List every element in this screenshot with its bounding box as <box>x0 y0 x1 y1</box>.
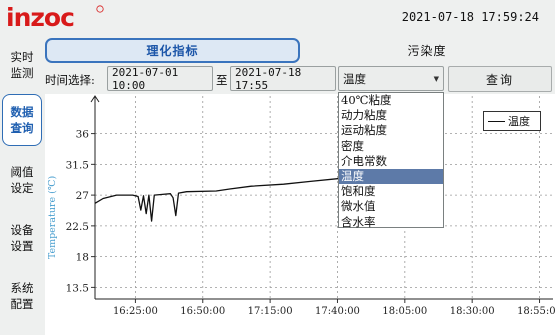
temperature-chart: 13.5 18 22.5 27 31.5 36 16:25:00 16:50:00 17:15:… <box>47 95 555 317</box>
chevron-down-icon: ▼ <box>433 75 439 83</box>
dropdown-option[interactable]: 饱和度 <box>339 184 443 199</box>
y-tick-label: 36 <box>76 129 90 141</box>
tab-contamination[interactable]: 污染度 <box>302 38 552 63</box>
chart-area: 13.5 18 22.5 27 31.5 36 16:25:00 16:50:00 17:15:… <box>45 94 555 335</box>
x-tick-label: 17:15:00 <box>248 306 293 317</box>
dropdown-option[interactable]: 动力粘度 <box>339 108 443 123</box>
y-axis-label: Temperature (℃) <box>47 176 58 259</box>
clock-datetime: 2021-07-18 17:59:24 <box>401 10 539 24</box>
tab-physicochemical[interactable]: 理化指标 <box>45 38 300 63</box>
query-button[interactable]: 查询 <box>448 66 552 92</box>
sidebar: 实时 监测 数据 查询 阈值 设定 设备 设置 系统 配置 <box>0 35 44 335</box>
y-tick-label: 31.5 <box>66 159 89 171</box>
dropdown-option[interactable]: 介电常数 <box>339 154 443 169</box>
x-tick-label: 18:30:00 <box>450 306 495 317</box>
y-tick-label: 22.5 <box>66 221 89 233</box>
y-tick-label: 27 <box>76 190 89 202</box>
sidebar-item-threshold[interactable]: 阈值 设定 <box>2 164 42 196</box>
dropdown-option[interactable]: 40℃粘度 <box>339 93 443 108</box>
end-time-field[interactable]: 2021-07-18 17:55 <box>230 66 336 92</box>
series-line <box>94 175 376 222</box>
x-tick-label: 18:55:00 <box>517 306 555 317</box>
x-tick-label: 17:40:00 <box>315 306 360 317</box>
dropdown-option[interactable]: 含水率 <box>339 215 443 230</box>
range-separator: 至 <box>216 73 228 87</box>
legend-swatch <box>488 120 505 122</box>
chart-legend: 温度 <box>483 111 541 131</box>
sidebar-item-device-settings[interactable]: 设备 设置 <box>2 222 42 254</box>
legend-label: 温度 <box>508 115 530 128</box>
x-tick-label: 16:25:00 <box>113 306 158 317</box>
time-select-label: 时间选择: <box>45 73 95 87</box>
sidebar-item-system-config[interactable]: 系统 配置 <box>2 280 42 312</box>
dropdown-option[interactable]: 微水值 <box>339 199 443 214</box>
dropdown-option[interactable]: 密度 <box>339 139 443 154</box>
y-tick-label: 13.5 <box>66 282 89 294</box>
parameter-dropdown-list[interactable]: 40℃粘度 动力粘度 运动粘度 密度 介电常数 温度 饱和度 微水值 含水率 <box>338 92 444 230</box>
x-tick-label: 16:50:00 <box>180 306 225 317</box>
sidebar-item-data-query[interactable]: 数据 查询 <box>2 94 42 146</box>
sidebar-item-realtime[interactable]: 实时 监测 <box>2 49 42 81</box>
y-tick-label: 18 <box>76 252 89 264</box>
app-header: inzoc 2021-07-18 17:59:24 <box>0 0 555 34</box>
x-tick-label: 18:05:00 <box>382 306 427 317</box>
start-time-field[interactable]: 2021-07-01 10:00 <box>107 66 213 92</box>
dropdown-option[interactable]: 温度 <box>339 168 443 185</box>
svg-text:inzoc: inzoc <box>6 3 74 31</box>
dropdown-option[interactable]: 运动粘度 <box>339 123 443 138</box>
parameter-select[interactable]: 温度 ▼ <box>338 66 444 91</box>
brand-logo: inzoc <box>6 3 104 31</box>
